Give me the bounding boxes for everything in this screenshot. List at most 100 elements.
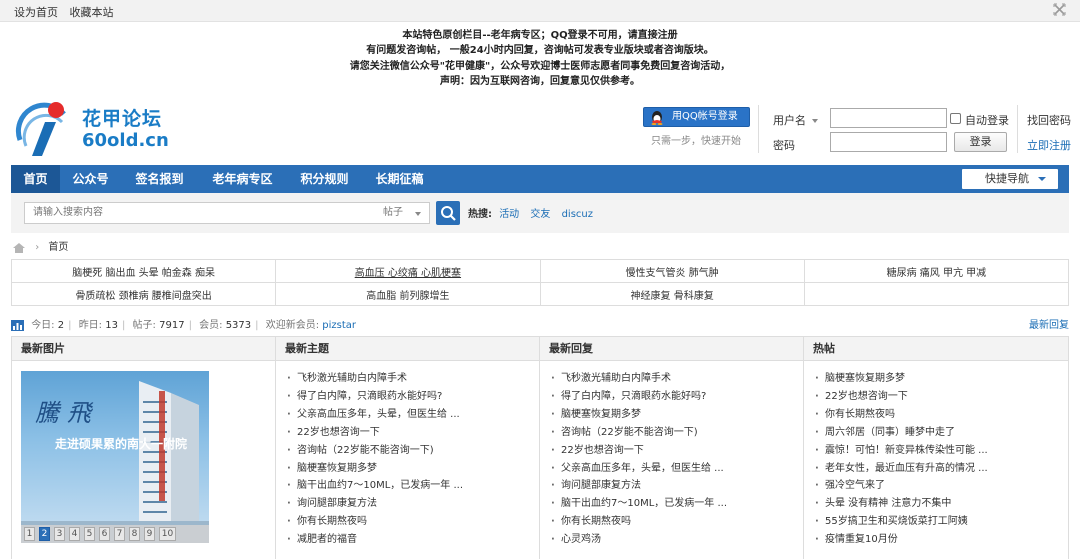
topic-link[interactable]: 慢性支气管炎 肺气肿 (539, 259, 805, 283)
list-item[interactable]: 父亲高血压多年，头晕，但医生给 ... (551, 460, 803, 478)
list-item[interactable]: 脑干出血约7～10ML，已发病一年 ... (551, 495, 803, 513)
latest-replies-panel: 最新回复 飞秒激光辅助白内障手术 得了白内障，只滴眼药水能好吗? 脑梗塞恢复期多… (540, 337, 804, 559)
hot-search-link[interactable]: discuz (562, 209, 593, 220)
close-icon[interactable] (1053, 3, 1066, 16)
list-item[interactable]: 你有长期熬夜吗 (815, 406, 1068, 424)
list-item[interactable]: 咨询帖（22岁能不能咨询一下) (551, 424, 803, 442)
list-item[interactable]: 55岁搞卫生和买烧饭菜打工阿姨 (815, 513, 1068, 531)
list-item[interactable]: 脑梗塞恢复期多梦 (287, 460, 539, 478)
nav-item-elderly-disease[interactable]: 老年病专区 (198, 165, 287, 193)
nav-item-points-rules[interactable]: 积分规则 (287, 165, 362, 193)
qq-login-button[interactable]: 用QQ帐号登录 (643, 107, 750, 127)
search-type-select[interactable]: 帖子 (375, 202, 430, 224)
list-item[interactable]: 老年女性，最近血压有升高的情况 ... (815, 460, 1068, 478)
slide-page-button[interactable]: 1 (24, 527, 35, 541)
search-icon (441, 206, 456, 221)
home-icon[interactable] (12, 242, 26, 253)
hot-search-label: 热搜: (468, 209, 492, 220)
list-item[interactable]: 得了白内障，只滴眼药水能好吗? (551, 388, 803, 406)
list-item[interactable]: 头晕 没有精神 注意力不集中 (815, 495, 1068, 513)
list-item[interactable]: 22岁也想咨询一下 (815, 388, 1068, 406)
set-homepage-link[interactable]: 设为首页 (14, 6, 58, 19)
quick-nav-button[interactable]: 快捷导航 (962, 169, 1058, 189)
password-input[interactable] (830, 132, 947, 152)
list-item[interactable]: 减肥者的福音 (287, 531, 539, 549)
slide-page-button[interactable]: 9 (144, 527, 155, 541)
topic-link[interactable]: 高血脂 前列腺增生 (275, 282, 541, 306)
search-input[interactable]: 请输入搜索内容 (24, 202, 382, 224)
list-item[interactable]: 询问腿部康复方法 (551, 477, 803, 495)
list-item[interactable]: 震惊！可怕！新变异株传染性可能 ... (815, 442, 1068, 460)
logo-icon (15, 102, 66, 156)
top-links: 设为首页 收藏本站 (14, 4, 122, 20)
image-slideshow[interactable]: 騰飛 走进硕果累的南大一附院 1 2 3 4 5 6 7 8 9 10 (21, 371, 209, 543)
slide-page-button[interactable]: 10 (159, 527, 176, 541)
username-input[interactable] (830, 108, 947, 128)
slide-page-button[interactable]: 8 (129, 527, 140, 541)
today-count: 2 (57, 320, 65, 331)
bookmark-link[interactable]: 收藏本站 (70, 6, 114, 19)
list-item[interactable]: 询问腿部康复方法 (287, 495, 539, 513)
topic-link[interactable]: 糖尿病 痛风 甲亢 甲减 (803, 259, 1070, 283)
site-logo[interactable]: 花甲论坛 60old.cn (12, 100, 172, 158)
forum-stats: 今日: 2 | 昨日: 13 | 帖子: 7917 | 会员: 5373 | 欢迎新会员… (11, 316, 1069, 331)
slide-page-button[interactable]: 6 (99, 527, 110, 541)
list-item[interactable]: 你有长期熬夜吗 (551, 513, 803, 531)
list-item[interactable]: 强冷空气来了 (815, 477, 1068, 495)
new-member-link[interactable]: pizstar (322, 320, 356, 331)
divider: | (255, 320, 259, 331)
auto-login-checkbox[interactable] (950, 113, 961, 124)
hot-search-link[interactable]: 活动 (499, 209, 519, 220)
topic-link[interactable]: 高血压 心绞痛 心肌梗塞 (275, 259, 541, 283)
slide-page-button[interactable]: 7 (114, 527, 125, 541)
welcome-label: 欢迎新会员: (265, 320, 320, 331)
list-item[interactable]: 疫情重复10月份 (815, 531, 1068, 549)
qq-login-box: 用QQ帐号登录 只需一步，快速开始 (643, 107, 750, 147)
nav-item-submissions[interactable]: 长期征稿 (362, 165, 437, 193)
topic-link[interactable]: 神经康复 骨科康复 (539, 282, 805, 306)
list-item[interactable]: 脑干出血约7～10ML，已发病一年 ... (287, 477, 539, 495)
list-item[interactable]: 心灵鸡汤 (551, 531, 803, 549)
hot-search-link[interactable]: 交友 (530, 209, 550, 220)
nav-item-sign-in[interactable]: 签名报到 (121, 165, 198, 193)
list-item[interactable]: 脑梗塞恢复期多梦 (815, 370, 1068, 388)
breadcrumb-separator: › (35, 242, 40, 253)
username-type-select[interactable]: 用户名 (773, 112, 818, 128)
notice-line: 声明：因为互联网咨询，回复意见仅供参考。 (440, 75, 640, 87)
register-link[interactable]: 立即注册 (1027, 137, 1071, 153)
divider: | (68, 320, 72, 331)
table-row: 脑梗死 脑出血 头晕 帕金森 痴呆 高血压 心绞痛 心肌梗塞 慢性支气管炎 肺气… (10, 259, 1070, 283)
list-item[interactable]: 父亲高血压多年，头晕，但医生给 ... (287, 406, 539, 424)
list-item[interactable]: 周六邻居（同事）睡梦中走了 (815, 424, 1068, 442)
auto-login-label: 自动登录 (965, 114, 1009, 127)
site-notice: 本站特色原创栏目--老年病专区；QQ登录不可用，请直接注册 有问题发咨询帖， 一… (0, 28, 1080, 89)
forgot-password-link[interactable]: 找回密码 (1027, 112, 1071, 128)
nav-item-public-account[interactable]: 公众号 (60, 165, 121, 193)
hot-searches: 热搜: 活动 交友 discuz (468, 205, 601, 220)
slide-page-button[interactable]: 3 (54, 527, 65, 541)
slide-page-button[interactable]: 2 (39, 527, 50, 541)
qq-penguin-icon (651, 111, 663, 125)
list-item[interactable]: 得了白内障，只滴眼药水能好吗? (287, 388, 539, 406)
slide-caption: 走进硕果累的南大一附院 (55, 437, 188, 451)
list-item[interactable]: 脑梗塞恢复期多梦 (551, 406, 803, 424)
list-item[interactable]: 飞秒激光辅助白内障手术 (287, 370, 539, 388)
stats-chart-icon (11, 319, 24, 331)
slide-page-button[interactable]: 4 (69, 527, 80, 541)
nav-item-home[interactable]: 首页 (11, 165, 60, 193)
list-item[interactable]: 22岁也想咨询一下 (551, 442, 803, 460)
list-item[interactable]: 22岁也想咨询一下 (287, 424, 539, 442)
login-button[interactable]: 登录 (954, 132, 1007, 152)
slide-page-button[interactable]: 5 (84, 527, 95, 541)
topic-link[interactable]: 骨质疏松 颈椎病 腰椎间盘突出 (10, 282, 277, 306)
qq-login-label: 用QQ帐号登录 (672, 111, 738, 122)
search-button[interactable] (436, 201, 460, 225)
table-row: 骨质疏松 颈椎病 腰椎间盘突出 高血脂 前列腺增生 神经康复 骨科康复 (10, 282, 1070, 306)
latest-reply-link[interactable]: 最新回复 (1029, 316, 1069, 331)
topic-link[interactable]: 脑梗死 脑出血 头晕 帕金森 痴呆 (10, 259, 277, 283)
list-item[interactable]: 飞秒激光辅助白内障手术 (551, 370, 803, 388)
list-item[interactable]: 你有长期熬夜吗 (287, 513, 539, 531)
list-item[interactable]: 咨询帖（22岁能不能咨询一下) (287, 442, 539, 460)
breadcrumb-current[interactable]: 首页 (48, 242, 68, 253)
latest-images-panel: 最新图片 騰飛 走进硕果累的南大一附院 1 2 3 4 5 6 7 8 9 10 (12, 337, 276, 559)
